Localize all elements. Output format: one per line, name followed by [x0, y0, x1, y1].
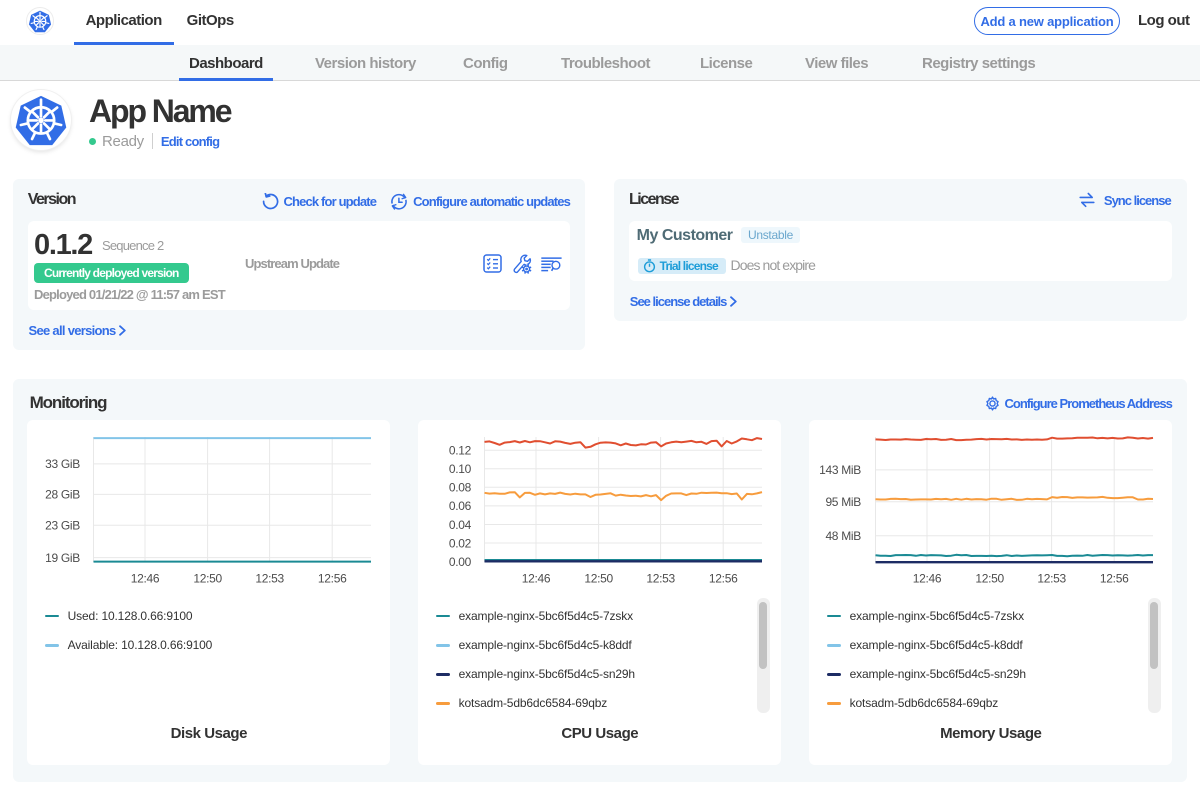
svg-text:12:56: 12:56	[318, 571, 347, 585]
svg-text:48 MiB: 48 MiB	[826, 529, 862, 543]
svg-text:12:50: 12:50	[585, 571, 614, 585]
svg-text:19 GiB: 19 GiB	[45, 550, 80, 564]
svg-text:12:46: 12:46	[913, 571, 942, 585]
svg-text:143 MiB: 143 MiB	[819, 463, 861, 477]
svg-text:12:56: 12:56	[1100, 571, 1129, 585]
svg-text:12:53: 12:53	[647, 571, 676, 585]
svg-text:23 GiB: 23 GiB	[45, 518, 80, 532]
svg-text:12:56: 12:56	[709, 571, 738, 585]
svg-text:0.00: 0.00	[449, 554, 472, 568]
svg-text:28 GiB: 28 GiB	[45, 487, 80, 501]
svg-text:0.04: 0.04	[449, 517, 472, 531]
svg-text:0.08: 0.08	[449, 480, 472, 494]
svg-text:12:50: 12:50	[194, 571, 223, 585]
svg-text:33 GiB: 33 GiB	[45, 457, 80, 471]
svg-text:95 MiB: 95 MiB	[826, 495, 862, 509]
svg-text:12:46: 12:46	[522, 571, 551, 585]
svg-text:0.12: 0.12	[449, 443, 472, 457]
svg-text:12:53: 12:53	[1038, 571, 1067, 585]
svg-text:0.06: 0.06	[449, 499, 472, 513]
svg-text:12:53: 12:53	[256, 571, 285, 585]
svg-text:12:50: 12:50	[976, 571, 1005, 585]
svg-text:0.10: 0.10	[449, 462, 472, 476]
svg-text:12:46: 12:46	[131, 571, 160, 585]
svg-text:0.02: 0.02	[449, 536, 472, 550]
